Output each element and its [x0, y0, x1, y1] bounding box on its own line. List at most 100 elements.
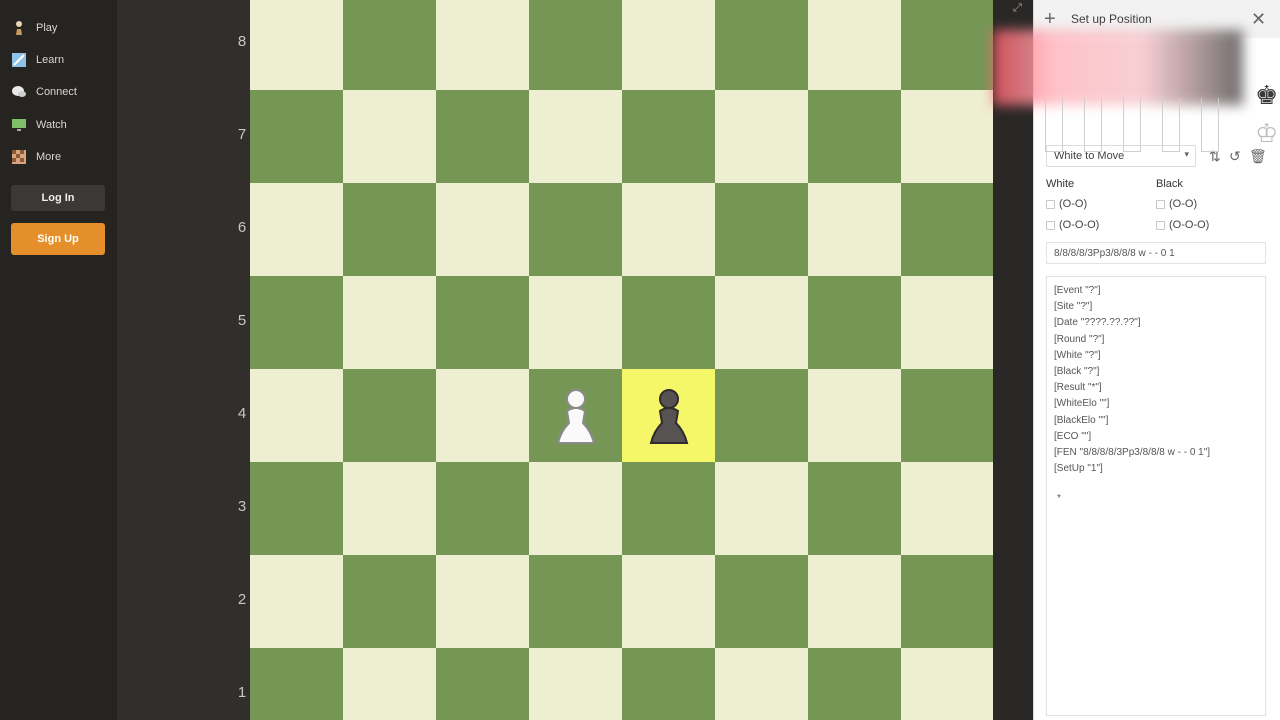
board-square-a1[interactable] [250, 648, 343, 720]
board-square-b8[interactable] [343, 0, 436, 90]
board-square-d8[interactable] [529, 0, 622, 90]
black-queenside-castling[interactable]: (O-O-O) [1156, 219, 1209, 231]
board-square-b2[interactable] [343, 555, 436, 648]
login-button[interactable]: Log In [11, 185, 105, 211]
board-square-e3[interactable] [622, 462, 715, 555]
board-square-c8[interactable] [436, 0, 529, 90]
sidebar-item-watch[interactable]: Watch [10, 114, 67, 136]
checkbox[interactable] [1156, 220, 1165, 230]
board-square-a2[interactable] [250, 555, 343, 648]
black-king-icon[interactable]: ♚ [1255, 80, 1278, 111]
board-square-f8[interactable] [715, 0, 808, 90]
palette-slot[interactable] [1084, 98, 1102, 152]
palette-slot[interactable] [1162, 98, 1180, 152]
pgn-tag-line: [Result "*"] [1054, 382, 1102, 394]
board-square-a4[interactable] [250, 369, 343, 462]
checkbox[interactable] [1156, 199, 1165, 209]
board-square-g5[interactable] [808, 276, 901, 369]
board-square-f2[interactable] [715, 555, 808, 648]
reset-icon[interactable]: ↺ [1229, 148, 1241, 165]
sidebar-item-more[interactable]: More [10, 146, 61, 168]
board-square-h5[interactable] [901, 276, 993, 369]
sidebar-item-learn[interactable]: Learn [10, 49, 64, 71]
white-pawn-icon[interactable] [529, 369, 622, 462]
signup-button[interactable]: Sign Up [11, 223, 105, 255]
board-square-h3[interactable] [901, 462, 993, 555]
board-square-a5[interactable] [250, 276, 343, 369]
board-square-c1[interactable] [436, 648, 529, 720]
board-square-h8[interactable] [901, 0, 993, 90]
fen-field[interactable]: 8/8/8/8/3Pp3/8/8/8 w - - 0 1 [1046, 242, 1266, 264]
palette-slot[interactable] [1123, 98, 1141, 152]
board-square-a6[interactable] [250, 183, 343, 276]
board-square-a7[interactable] [250, 90, 343, 183]
sidebar-item-label: Connect [36, 86, 77, 98]
trash-icon[interactable]: 🗑 [1249, 148, 1267, 165]
board-square-a3[interactable] [250, 462, 343, 555]
white-king-icon[interactable]: ♔ [1255, 118, 1278, 149]
board-square-g2[interactable] [808, 555, 901, 648]
palette-slot[interactable] [1045, 98, 1063, 152]
board-square-f4[interactable] [715, 369, 808, 462]
white-queenside-castling[interactable]: (O-O-O) [1046, 219, 1099, 231]
board-square-e1[interactable] [622, 648, 715, 720]
board-square-c6[interactable] [436, 183, 529, 276]
board-square-d1[interactable] [529, 648, 622, 720]
board-square-d3[interactable] [529, 462, 622, 555]
expand-icon[interactable]: ⤢ [1013, 2, 1027, 16]
board-square-g1[interactable] [808, 648, 901, 720]
board-square-g8[interactable] [808, 0, 901, 90]
pgn-textarea[interactable]: [Event "?"] [Site "?"] [Date "????.??.??"]… [1046, 276, 1266, 716]
board-square-c4[interactable] [436, 369, 529, 462]
board-square-b5[interactable] [343, 276, 436, 369]
board-square-g3[interactable] [808, 462, 901, 555]
chess-board[interactable] [250, 0, 993, 720]
pgn-result: * [1057, 493, 1061, 505]
board-square-b7[interactable] [343, 90, 436, 183]
board-square-d6[interactable] [529, 183, 622, 276]
board-square-b3[interactable] [343, 462, 436, 555]
board-square-g6[interactable] [808, 183, 901, 276]
board-square-e5[interactable] [622, 276, 715, 369]
sidebar-item-play[interactable]: Play [10, 17, 57, 39]
pgn-tag-line: [FEN "8/8/8/8/3Pp3/8/8/8 w - - 0 1"] [1054, 447, 1211, 459]
board-square-c5[interactable] [436, 276, 529, 369]
board-square-e2[interactable] [622, 555, 715, 648]
board-square-g7[interactable] [808, 90, 901, 183]
board-square-f5[interactable] [715, 276, 808, 369]
board-square-f7[interactable] [715, 90, 808, 183]
sidebar-item-connect[interactable]: Connect [10, 81, 77, 103]
close-icon[interactable]: ✕ [1251, 9, 1266, 29]
board-square-d2[interactable] [529, 555, 622, 648]
sidebar-item-label: Play [36, 22, 58, 34]
board-square-f3[interactable] [715, 462, 808, 555]
black-kingside-castling[interactable]: (O-O) [1156, 198, 1197, 210]
board-square-h7[interactable] [901, 90, 993, 183]
board-square-e7[interactable] [622, 90, 715, 183]
board-square-b6[interactable] [343, 183, 436, 276]
board-square-d7[interactable] [529, 90, 622, 183]
plus-icon[interactable]: + [1044, 9, 1056, 29]
board-square-b4[interactable] [343, 369, 436, 462]
board-square-h6[interactable] [901, 183, 993, 276]
board-square-c2[interactable] [436, 555, 529, 648]
board-square-h1[interactable] [901, 648, 993, 720]
board-square-h2[interactable] [901, 555, 993, 648]
black-pawn-icon[interactable] [622, 369, 715, 462]
board-square-e8[interactable] [622, 0, 715, 90]
board-square-h4[interactable] [901, 369, 993, 462]
board-square-d5[interactable] [529, 276, 622, 369]
board-square-c3[interactable] [436, 462, 529, 555]
piece-palette[interactable]: ♚ ♔ [993, 30, 1280, 152]
board-square-g4[interactable] [808, 369, 901, 462]
palette-slot[interactable] [1201, 98, 1219, 152]
checkbox[interactable] [1046, 220, 1055, 230]
board-square-a8[interactable] [250, 0, 343, 90]
board-square-f6[interactable] [715, 183, 808, 276]
board-square-f1[interactable] [715, 648, 808, 720]
board-square-e6[interactable] [622, 183, 715, 276]
board-square-b1[interactable] [343, 648, 436, 720]
white-kingside-castling[interactable]: (O-O) [1046, 198, 1087, 210]
checkbox[interactable] [1046, 199, 1055, 209]
board-square-c7[interactable] [436, 90, 529, 183]
